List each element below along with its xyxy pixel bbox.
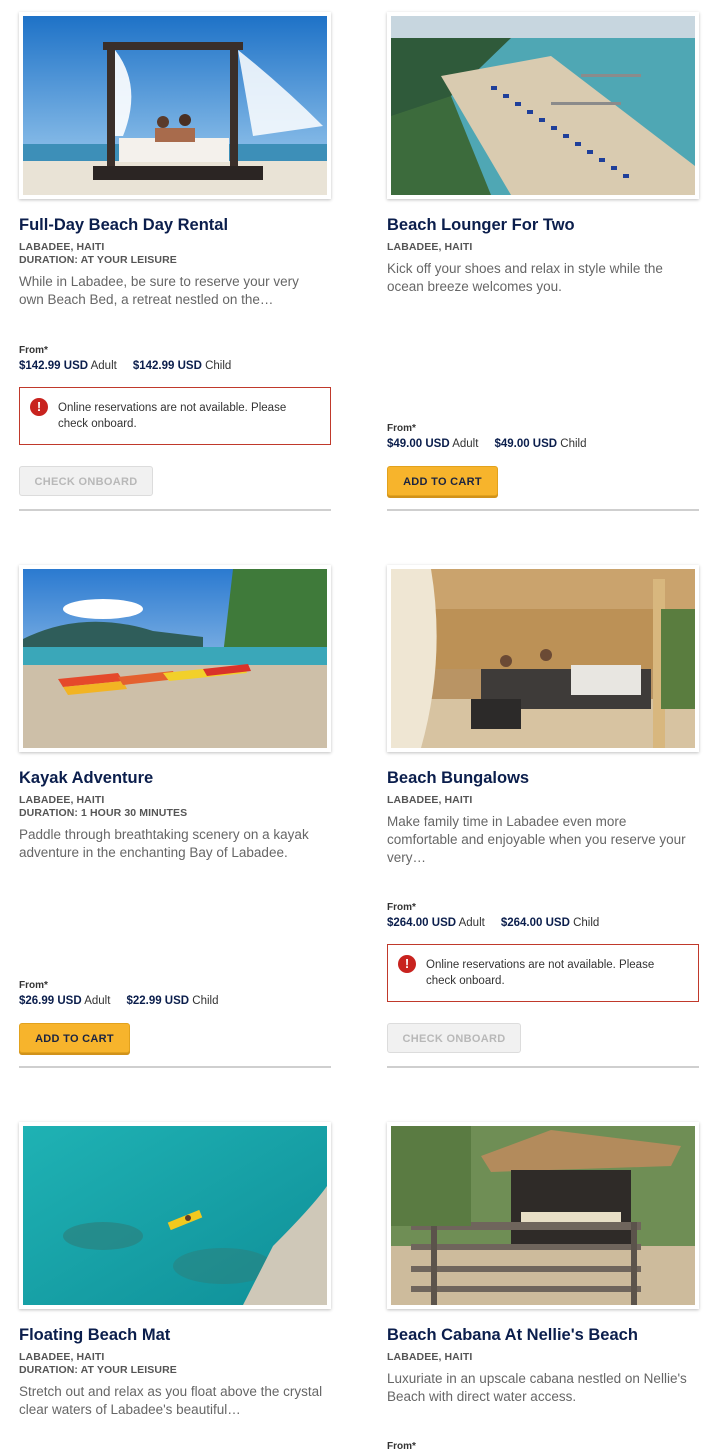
excursion-location: LABADEE, HAITI <box>387 794 473 806</box>
excursion-location: LABADEE, HAITI <box>387 241 473 253</box>
excursion-meta: LABADEE, HAITI DURATION: AT YOUR LEISURE <box>19 241 177 267</box>
reservation-alert: ! Online reservations are not available.… <box>387 944 699 1002</box>
alert-message: Online reservations are not available. P… <box>58 402 287 430</box>
excursion-duration: DURATION: AT YOUR LEISURE <box>19 254 177 266</box>
alert-message: Online reservations are not available. P… <box>426 959 655 987</box>
excursion-description: Luxuriate in an upscale cabana nestled o… <box>387 1371 687 1404</box>
excursion-description: Make family time in Labadee even more co… <box>387 814 686 865</box>
price-row: $49.00 USD Adult $49.00 USD Child <box>387 438 587 450</box>
excursion-meta: LABADEE, HAITI <box>387 241 472 254</box>
excursion-duration: DURATION: 1 HOUR 30 MINUTES <box>19 807 188 819</box>
card-divider <box>387 1066 699 1068</box>
from-label: From* <box>19 980 48 991</box>
adult-label: Adult <box>458 917 485 929</box>
adult-price: $142.99 USD <box>19 360 89 372</box>
excursion-card-kayak-adventure[interactable]: Kayak Adventure LABADEE, HAITI DURATION:… <box>19 557 331 1071</box>
excursion-card-beach-cabana[interactable]: Beach Cabana At Nellie's Beach LABADEE, … <box>387 1114 699 1449</box>
excursion-title[interactable]: Beach Lounger For Two <box>387 216 575 235</box>
excursion-meta: LABADEE, HAITI DURATION: AT YOUR LEISURE <box>19 1351 177 1377</box>
excursion-title[interactable]: Beach Cabana At Nellie's Beach <box>387 1326 638 1345</box>
adult-label: Adult <box>84 995 111 1007</box>
adult-price: $49.00 USD <box>387 438 450 450</box>
excursion-card-beach-bungalows[interactable]: Beach Bungalows LABADEE, HAITI Make fami… <box>387 557 699 1071</box>
excursion-image[interactable] <box>387 1122 699 1309</box>
excursion-image[interactable] <box>387 565 699 752</box>
adult-label: Adult <box>90 360 117 372</box>
error-icon: ! <box>398 955 416 973</box>
excursion-location: LABADEE, HAITI <box>19 1351 105 1363</box>
adult-price: $264.00 USD <box>387 917 457 929</box>
excursion-title[interactable]: Floating Beach Mat <box>19 1326 170 1345</box>
adult-label: Adult <box>452 438 479 450</box>
price-row: $26.99 USD Adult $22.99 USD Child <box>19 995 219 1007</box>
excursion-card-floating-beach-mat[interactable]: Floating Beach Mat LABADEE, HAITI DURATI… <box>19 1114 331 1449</box>
add-to-cart-button[interactable]: ADD TO CART <box>387 466 498 496</box>
excursion-meta: LABADEE, HAITI <box>387 1351 472 1364</box>
child-price: $22.99 USD <box>126 995 190 1007</box>
child-price: $264.00 USD <box>500 917 570 929</box>
reservation-alert: ! Online reservations are not available.… <box>19 387 331 445</box>
child-label: Child <box>192 995 219 1007</box>
excursion-title[interactable]: Full-Day Beach Day Rental <box>19 216 228 235</box>
price-row: $142.99 USD Adult $142.99 USD Child <box>19 360 231 372</box>
excursion-image[interactable] <box>387 12 699 199</box>
excursion-description: Stretch out and relax as you float above… <box>19 1384 323 1417</box>
card-divider <box>387 509 699 511</box>
from-label: From* <box>387 423 416 434</box>
card-divider <box>19 1066 331 1068</box>
from-label: From* <box>19 345 48 356</box>
excursion-meta: LABADEE, HAITI <box>387 794 472 807</box>
error-icon: ! <box>30 398 48 416</box>
excursion-location: LABADEE, HAITI <box>387 1351 473 1363</box>
from-label: From* <box>387 1441 416 1449</box>
from-label: From* <box>387 902 416 913</box>
excursion-meta: LABADEE, HAITI DURATION: 1 HOUR 30 MINUT… <box>19 794 187 820</box>
price-row: $264.00 USD Adult $264.00 USD Child <box>387 917 599 929</box>
excursion-location: LABADEE, HAITI <box>19 241 105 253</box>
excursion-location: LABADEE, HAITI <box>19 794 105 806</box>
child-label: Child <box>560 438 587 450</box>
excursion-image[interactable] <box>19 1122 331 1309</box>
check-onboard-button[interactable]: CHECK ONBOARD <box>19 466 153 496</box>
excursion-image[interactable] <box>19 12 331 199</box>
add-to-cart-button[interactable]: ADD TO CART <box>19 1023 130 1053</box>
excursion-image[interactable] <box>19 565 331 752</box>
check-onboard-button[interactable]: CHECK ONBOARD <box>387 1023 521 1053</box>
excursion-card-beach-lounger[interactable]: Beach Lounger For Two LABADEE, HAITI Kic… <box>387 4 699 514</box>
child-price: $142.99 USD <box>132 360 202 372</box>
child-label: Child <box>573 917 600 929</box>
card-divider <box>19 509 331 511</box>
child-label: Child <box>205 360 232 372</box>
excursion-title[interactable]: Beach Bungalows <box>387 769 529 788</box>
excursion-description: Kick off your shoes and relax in style w… <box>387 261 663 294</box>
excursion-duration: DURATION: AT YOUR LEISURE <box>19 1364 177 1376</box>
excursion-description: Paddle through breathtaking scenery on a… <box>19 827 309 860</box>
adult-price: $26.99 USD <box>19 995 82 1007</box>
excursion-title[interactable]: Kayak Adventure <box>19 769 153 788</box>
excursion-card-beach-day-rental[interactable]: Full-Day Beach Day Rental LABADEE, HAITI… <box>19 4 331 514</box>
child-price: $49.00 USD <box>494 438 558 450</box>
excursion-description: While in Labadee, be sure to reserve you… <box>19 274 299 307</box>
